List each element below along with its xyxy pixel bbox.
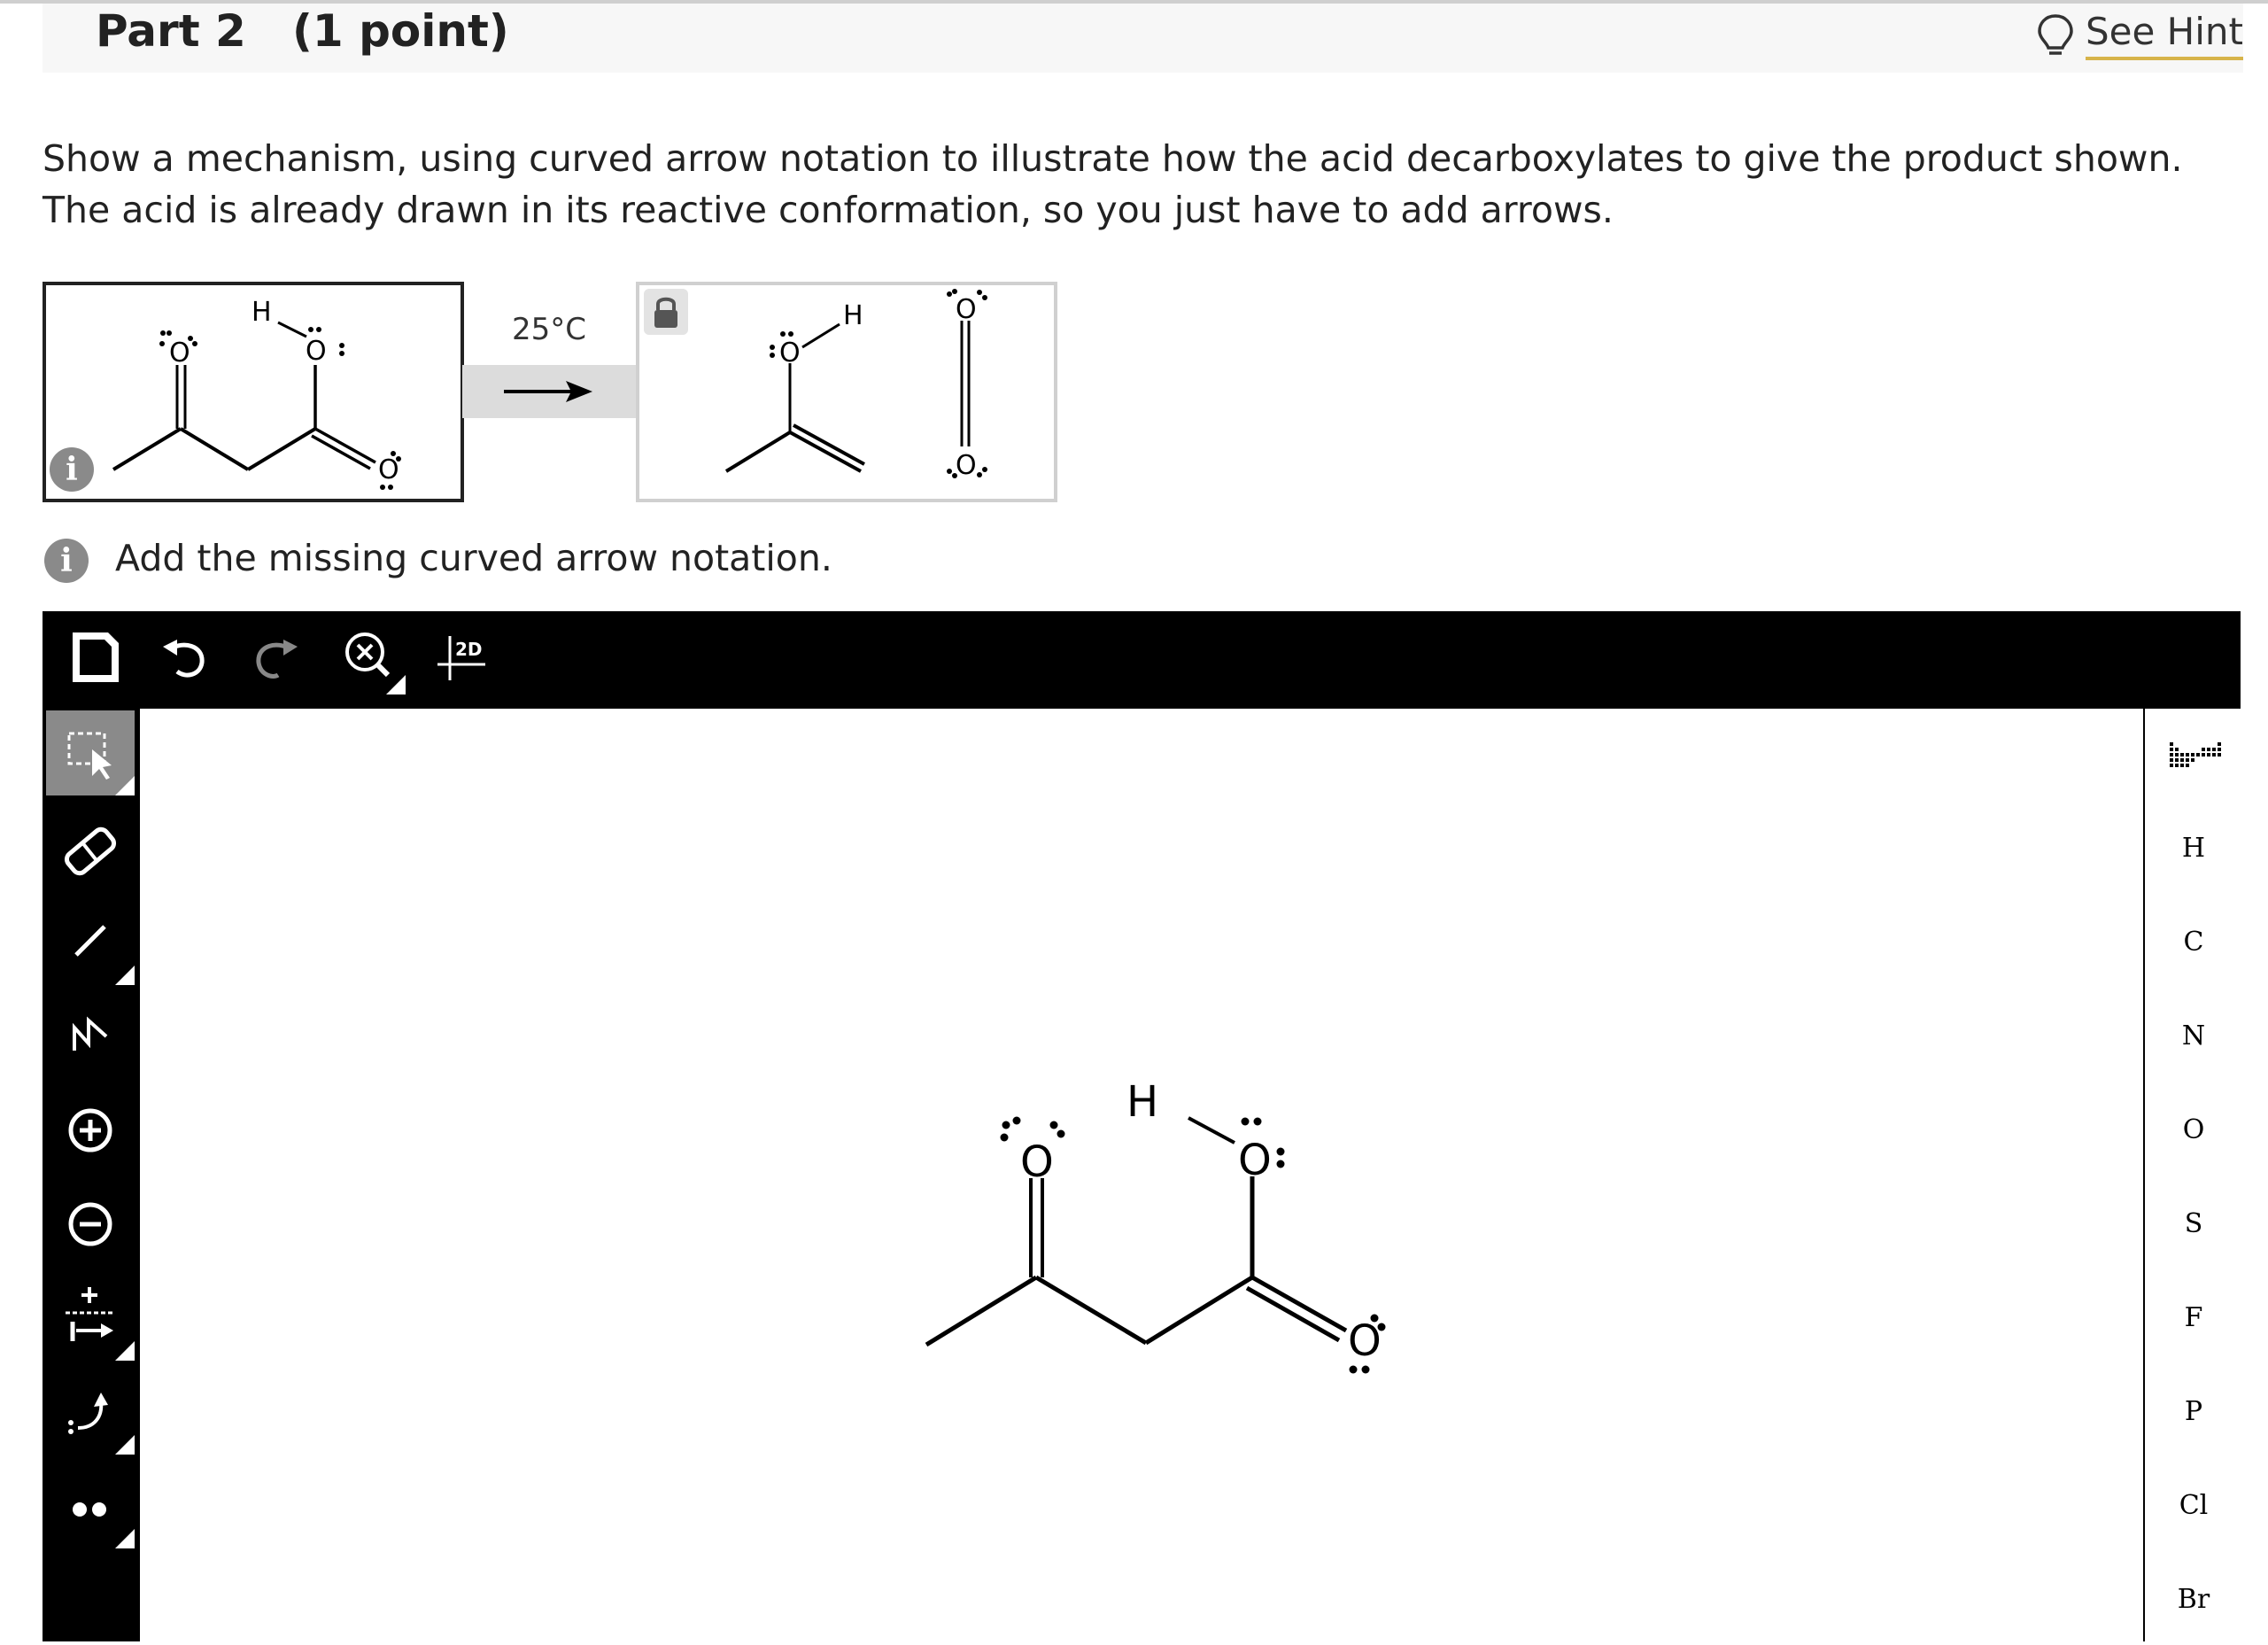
zoom-clear-icon[interactable]: [335, 624, 406, 694]
element-n[interactable]: N: [2145, 1020, 2242, 1051]
reactant-h-atom: H: [252, 297, 272, 328]
element-br[interactable]: Br: [2145, 1584, 2242, 1615]
single-bond-icon[interactable]: [46, 900, 135, 985]
canvas-o-acid-carbonyl: O: [1348, 1316, 1382, 1366]
reaction-condition: 25°C: [512, 312, 587, 347]
reactant-o-carbonyl: O: [169, 338, 190, 369]
lightbulb-icon: [2036, 12, 2075, 57]
see-hint-link[interactable]: See Hint: [2036, 7, 2243, 62]
2d-clean-label: 2D: [455, 639, 483, 660]
reaction-arrow-icon: [504, 381, 592, 402]
part-title: Part 2 (1 point): [96, 5, 509, 57]
element-cl[interactable]: Cl: [2145, 1490, 2242, 1521]
reactant-structure: H O O O: [43, 282, 464, 502]
curved-arrow-icon[interactable]: [46, 1370, 135, 1455]
element-f[interactable]: F: [2145, 1302, 2242, 1333]
instruction-text: Add the missing curved arrow notation.: [115, 537, 832, 579]
reactant-o-hydroxyl: O: [306, 336, 327, 367]
negative-charge-icon[interactable]: [46, 1182, 135, 1267]
product-o-co2-bottom: O: [956, 450, 977, 481]
positive-charge-icon[interactable]: [46, 1088, 135, 1173]
drawing-canvas[interactable]: H O O O: [140, 709, 2143, 1641]
element-p[interactable]: P: [2145, 1396, 2242, 1427]
undo-icon[interactable]: [151, 624, 221, 694]
periodic-table-icon[interactable]: [2170, 742, 2223, 778]
product-o-enol: O: [779, 338, 801, 369]
element-h[interactable]: H: [2145, 833, 2242, 864]
editor-left-toolbar: [43, 707, 138, 1641]
element-palette: H C N O S F P Cl Br: [2143, 709, 2242, 1641]
element-o[interactable]: O: [2145, 1114, 2242, 1145]
new-document-icon[interactable]: [62, 624, 133, 694]
info-icon[interactable]: i: [50, 447, 94, 492]
lone-pair-icon[interactable]: [46, 1463, 135, 1548]
element-c[interactable]: C: [2145, 927, 2242, 958]
chemistry-drawing-editor: 2D H O O O H C N O S F P Cl Br: [43, 611, 2242, 1641]
canvas-h-atom: H: [1126, 1077, 1158, 1127]
editor-top-toolbar: 2D: [43, 611, 2241, 707]
see-hint-label[interactable]: See Hint: [2085, 10, 2243, 60]
part-header: Part 2 (1 point) See Hint: [43, 4, 2243, 73]
product-h-atom: H: [843, 300, 863, 331]
chain-icon[interactable]: [46, 994, 135, 1079]
lock-icon: [644, 289, 688, 335]
selection-tool-icon[interactable]: [46, 710, 135, 795]
question-text: Show a mechanism, using curved arrow not…: [43, 137, 2183, 231]
canvas-o-carbonyl: O: [1020, 1137, 1054, 1187]
redo-icon[interactable]: [239, 624, 310, 694]
info-icon[interactable]: i: [44, 539, 89, 583]
product-structure: H O O O: [636, 282, 1057, 502]
eraser-icon[interactable]: [46, 806, 135, 891]
product-o-co2-top: O: [956, 294, 977, 325]
canvas-o-hydroxyl: O: [1238, 1136, 1272, 1185]
2d-clean-icon[interactable]: 2D: [430, 624, 501, 694]
reaction-arrow-tool-icon[interactable]: [46, 1276, 135, 1361]
element-s[interactable]: S: [2145, 1208, 2242, 1239]
